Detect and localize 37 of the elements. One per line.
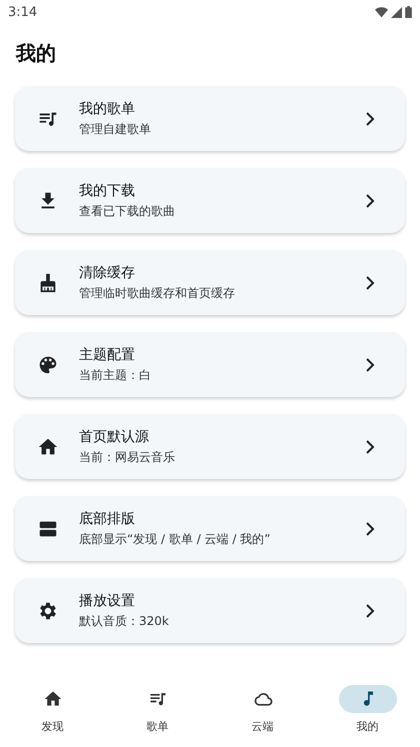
settings-card[interactable]: 清除缓存 管理临时歌曲缓存和首页缓存 bbox=[15, 250, 405, 315]
card-subtitle: 查看已下载的歌曲 bbox=[79, 202, 176, 220]
card-title: 清除缓存 bbox=[79, 264, 136, 282]
card-subtitle: 当前：网易云音乐 bbox=[79, 448, 176, 466]
card-title: 我的下载 bbox=[79, 182, 136, 200]
clock: 3:14 bbox=[8, 4, 38, 20]
chevron-icon bbox=[365, 276, 375, 290]
settings-card[interactable]: 我的下载 查看已下载的歌曲 bbox=[15, 168, 405, 233]
settings-card[interactable]: 首页默认源 当前：网易云音乐 bbox=[15, 414, 405, 479]
nav-tab[interactable]: 发现 bbox=[0, 681, 105, 743]
card-subtitle: 管理临时歌曲缓存和首页缓存 bbox=[79, 284, 236, 302]
chevron-icon bbox=[365, 522, 375, 536]
settings-card[interactable]: 底部排版 底部显示“发现 / 歌单 / 云端 / 我的” bbox=[15, 496, 405, 561]
page-title: 我的 bbox=[16, 40, 57, 66]
card-subtitle: 当前主题：白 bbox=[79, 366, 152, 384]
card-title: 主题配置 bbox=[79, 346, 136, 364]
nav-tab[interactable]: 歌单 bbox=[105, 681, 210, 743]
card-subtitle: 默认音质：320k bbox=[79, 612, 170, 630]
chevron-icon bbox=[365, 440, 375, 454]
card-title: 播放设置 bbox=[79, 592, 136, 610]
chevron-icon bbox=[365, 194, 375, 208]
settings-card[interactable]: 播放设置 默认音质：320k bbox=[15, 578, 405, 643]
settings-card[interactable]: 我的歌单 管理自建歌单 bbox=[15, 86, 405, 151]
signal-icon bbox=[391, 6, 402, 18]
nav-tab[interactable]: 我的 bbox=[315, 681, 420, 743]
wifi-icon bbox=[375, 6, 388, 18]
card-title: 底部排版 bbox=[79, 510, 136, 528]
chevron-icon bbox=[365, 358, 375, 372]
card-title: 我的歌单 bbox=[79, 100, 136, 118]
chevron-icon bbox=[365, 604, 375, 618]
settings-card[interactable]: 主题配置 当前主题：白 bbox=[15, 332, 405, 397]
card-title: 首页默认源 bbox=[79, 428, 150, 446]
battery-icon bbox=[405, 6, 412, 18]
chevron-icon bbox=[365, 112, 375, 126]
nav-tab[interactable]: 云端 bbox=[210, 681, 315, 743]
card-subtitle: 底部显示“发现 / 歌单 / 云端 / 我的” bbox=[79, 530, 272, 548]
card-subtitle: 管理自建歌单 bbox=[79, 120, 152, 138]
